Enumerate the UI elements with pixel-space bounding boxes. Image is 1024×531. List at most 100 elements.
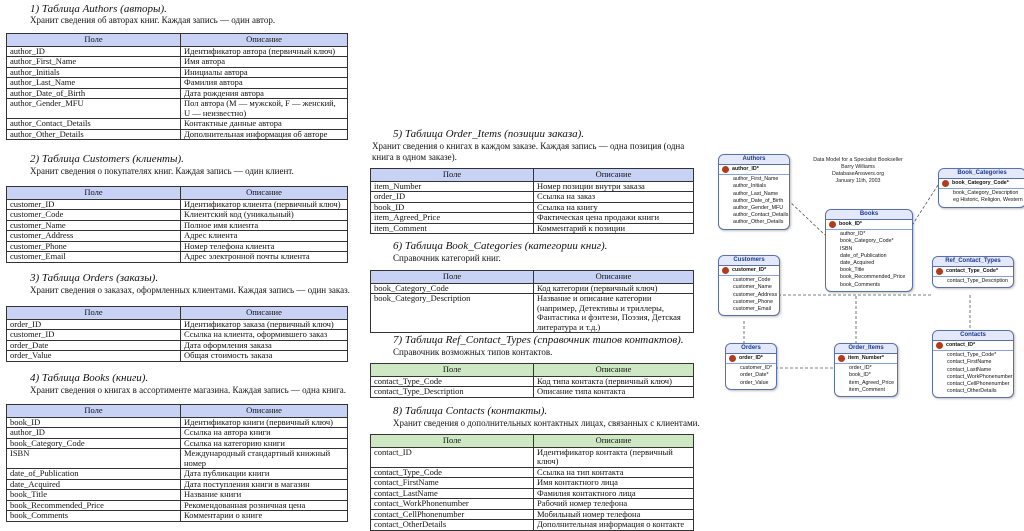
- field-name-cell: date_Acquired: [6, 478, 181, 490]
- table-row: ISBN Международный стандартный книжный но…: [6, 448, 348, 469]
- entity-field: item_Agreed_Price: [849, 379, 895, 386]
- rel-authors-books: [787, 199, 826, 236]
- entity-field: customer_Phone: [733, 298, 774, 305]
- ref-contact-types-description: Справочник возможных типов контактов.: [393, 347, 553, 357]
- field-description-cell: Адрес клиента: [180, 230, 348, 242]
- field-description-cell: Идентификатор клиента (первичный ключ): [180, 198, 348, 210]
- table-row: customer_Code Клиентский код (уникальный): [6, 209, 348, 221]
- books-table: Поле Описание book_ID Идентификатор книги …: [6, 404, 348, 522]
- note-line: Data Model for a Specialist Bookseller: [813, 157, 903, 163]
- table-row: author_Contact_Details Контактные данные …: [6, 118, 348, 130]
- book-categories-heading: 6) Таблица Book_Categories (категории кн…: [393, 240, 608, 252]
- field-description-cell: Фамилия автора: [180, 77, 348, 89]
- field-description-cell: Дата рождения автора: [180, 87, 348, 99]
- table-row: author_ID Ссылка на автора книги: [6, 427, 348, 439]
- field-name-cell: item_Number: [370, 180, 534, 192]
- entity-fields: author_ID* book_Category_Code* ISBN date_of…: [826, 230, 912, 291]
- ref-contact-types-table: Поле Описание contact_Type_Code Код типа к…: [370, 363, 694, 398]
- field-name-cell: book_Title: [6, 489, 181, 501]
- field-description-cell: Ссылка на автора книги: [180, 427, 348, 439]
- table-row: author_Last_Name Фамилия автора: [6, 77, 348, 89]
- entity-fields: customer_Code customer_Name customer_Addre…: [719, 276, 779, 315]
- field-description-cell: Имя автора: [180, 56, 348, 68]
- primary-key-row: author_ID*: [719, 165, 789, 176]
- entity-field: eg Historic, Religion, Western: [953, 197, 1023, 204]
- entity-order-items: Order_Items item_Number* order_ID* book_ID*…: [834, 343, 898, 398]
- table-row: customer_Phone Номер телефона клиента: [6, 240, 348, 252]
- field-name-cell: customer_Code: [6, 209, 181, 221]
- ref-contact-types-heading: 7) Таблица Ref_Contact_Types (справочник…: [393, 334, 684, 346]
- col-field: Поле: [6, 33, 181, 47]
- entity-field: book_Category_Description: [953, 190, 1019, 197]
- entity-authors: Authors author_ID* author_First_Name author…: [718, 154, 790, 230]
- field-name-cell: author_Gender_MFU: [6, 98, 181, 119]
- field-description-cell: Рабочий номер телефона: [533, 498, 694, 510]
- primary-key-label: item_Number*: [848, 355, 884, 361]
- key-icon: [936, 268, 943, 276]
- table-row: item_Agreed_Price Фактическая цена продаж…: [370, 212, 694, 224]
- field-description-cell: Дополнительная информация о контакте: [533, 519, 694, 531]
- field-description-cell: Название книги: [180, 489, 348, 501]
- primary-key-row: book_Category_Code*: [939, 179, 1024, 190]
- entity-field: book_Comments: [840, 281, 881, 288]
- field-description-cell: Ссылка на заказ: [533, 191, 694, 203]
- field-name-cell: author_First_Name: [6, 56, 181, 68]
- col-description: Описание: [533, 363, 694, 377]
- entity-field: author_First_Name: [733, 176, 779, 183]
- field-description-cell: Контактные данные автора: [180, 118, 348, 130]
- note-line: Barry Williams: [841, 164, 875, 170]
- contacts-heading: 8) Таблица Contacts (контакты).: [393, 405, 548, 417]
- field-description-cell: Код типа контакта (первичный ключ): [533, 375, 694, 387]
- field-description-cell: Ссылка на категорию книги: [180, 437, 348, 449]
- table-row: customer_ID Ссылка на клиента, оформившег…: [6, 329, 348, 341]
- col-description: Описание: [533, 270, 694, 284]
- entity-fields: book_Category_Description eg Historic, Re…: [939, 189, 1024, 206]
- field-description-cell: Ссылка на книгу: [533, 201, 694, 213]
- entity-title: Orders: [726, 344, 776, 354]
- primary-key-row: item_Number*: [835, 354, 897, 365]
- table-row: book_Category_Code Код категории (первичн…: [370, 282, 694, 294]
- entity-field: customer_Name: [733, 284, 772, 291]
- field-description-cell: Описание типа контакта: [533, 386, 694, 398]
- field-description-cell: Фактическая цена продажи книги: [533, 212, 694, 224]
- table-row: book_ID Идентификатор книги (первичный кл…: [6, 416, 348, 428]
- entity-fields: order_ID* book_ID* item_Agreed_Price item_C…: [835, 364, 897, 396]
- table-row: customer_Name Полное имя клиента: [6, 219, 348, 231]
- col-description: Описание: [533, 168, 694, 182]
- table-row: contact_Type_Code Ссылка на тип контакта: [370, 466, 694, 478]
- entity-orders: Orders order_ID* customer_ID* order_Date* or…: [725, 343, 777, 390]
- field-name-cell: contact_ID: [370, 446, 534, 468]
- field-description-cell: Дата публикации книги: [180, 468, 348, 480]
- entity-field: contact_OtherDetails: [947, 388, 997, 395]
- table-row: book_ID Ссылка на книгу: [370, 201, 694, 213]
- primary-key-label: author_ID*: [732, 166, 759, 172]
- entity-field: book_Category_Code*: [840, 238, 894, 245]
- entity-fields: customer_ID* order_Date* order_Value: [726, 364, 776, 389]
- books-heading: 4) Таблица Books (книги).: [30, 372, 149, 384]
- col-field: Поле: [370, 434, 534, 448]
- field-name-cell: author_Last_Name: [6, 77, 181, 89]
- field-name-cell: author_Date_of_Birth: [6, 87, 181, 99]
- entity-books: Books book_ID* author_ID* book_Category_Cod…: [825, 209, 913, 292]
- primary-key-label: book_ID*: [839, 221, 862, 227]
- field-description-cell: Идентификатор заказа (первичный ключ): [180, 318, 348, 330]
- field-name-cell: contact_CellPhonenumber: [370, 508, 534, 520]
- book-categories-table: Поле Описание book_Category_Code Код катег…: [370, 270, 694, 333]
- table-row: date_Acquired Дата поступления книги в ма…: [6, 478, 348, 490]
- entity-field: order_Date*: [740, 372, 769, 379]
- table-row: author_Other_Details Дополнительная инфор…: [6, 128, 348, 140]
- col-field: Поле: [6, 306, 181, 320]
- entity-fields: contact_Type_Code* contact_FirstName conta…: [933, 351, 1013, 397]
- entity-title: Ref_Contact_Types: [933, 257, 1013, 267]
- entity-field: contact_Type_Description: [947, 278, 1008, 285]
- table-row: order_Date Дата оформления заказа: [6, 339, 348, 351]
- field-description-cell: Инициалы автора: [180, 66, 348, 78]
- key-icon: [936, 342, 943, 350]
- field-description-cell: Номер телефона клиента: [180, 240, 348, 252]
- table-row: contact_OtherDetails Дополнительная инфор…: [370, 519, 694, 531]
- field-name-cell: author_ID: [6, 45, 181, 57]
- primary-key-label: order_ID*: [739, 355, 763, 361]
- entity-title: Books: [826, 210, 912, 220]
- entity-book-categories: Book_Categories book_Category_Code* book_C…: [938, 168, 1024, 208]
- table-row: book_Recommended_Price Рекомендованная ро…: [6, 499, 348, 511]
